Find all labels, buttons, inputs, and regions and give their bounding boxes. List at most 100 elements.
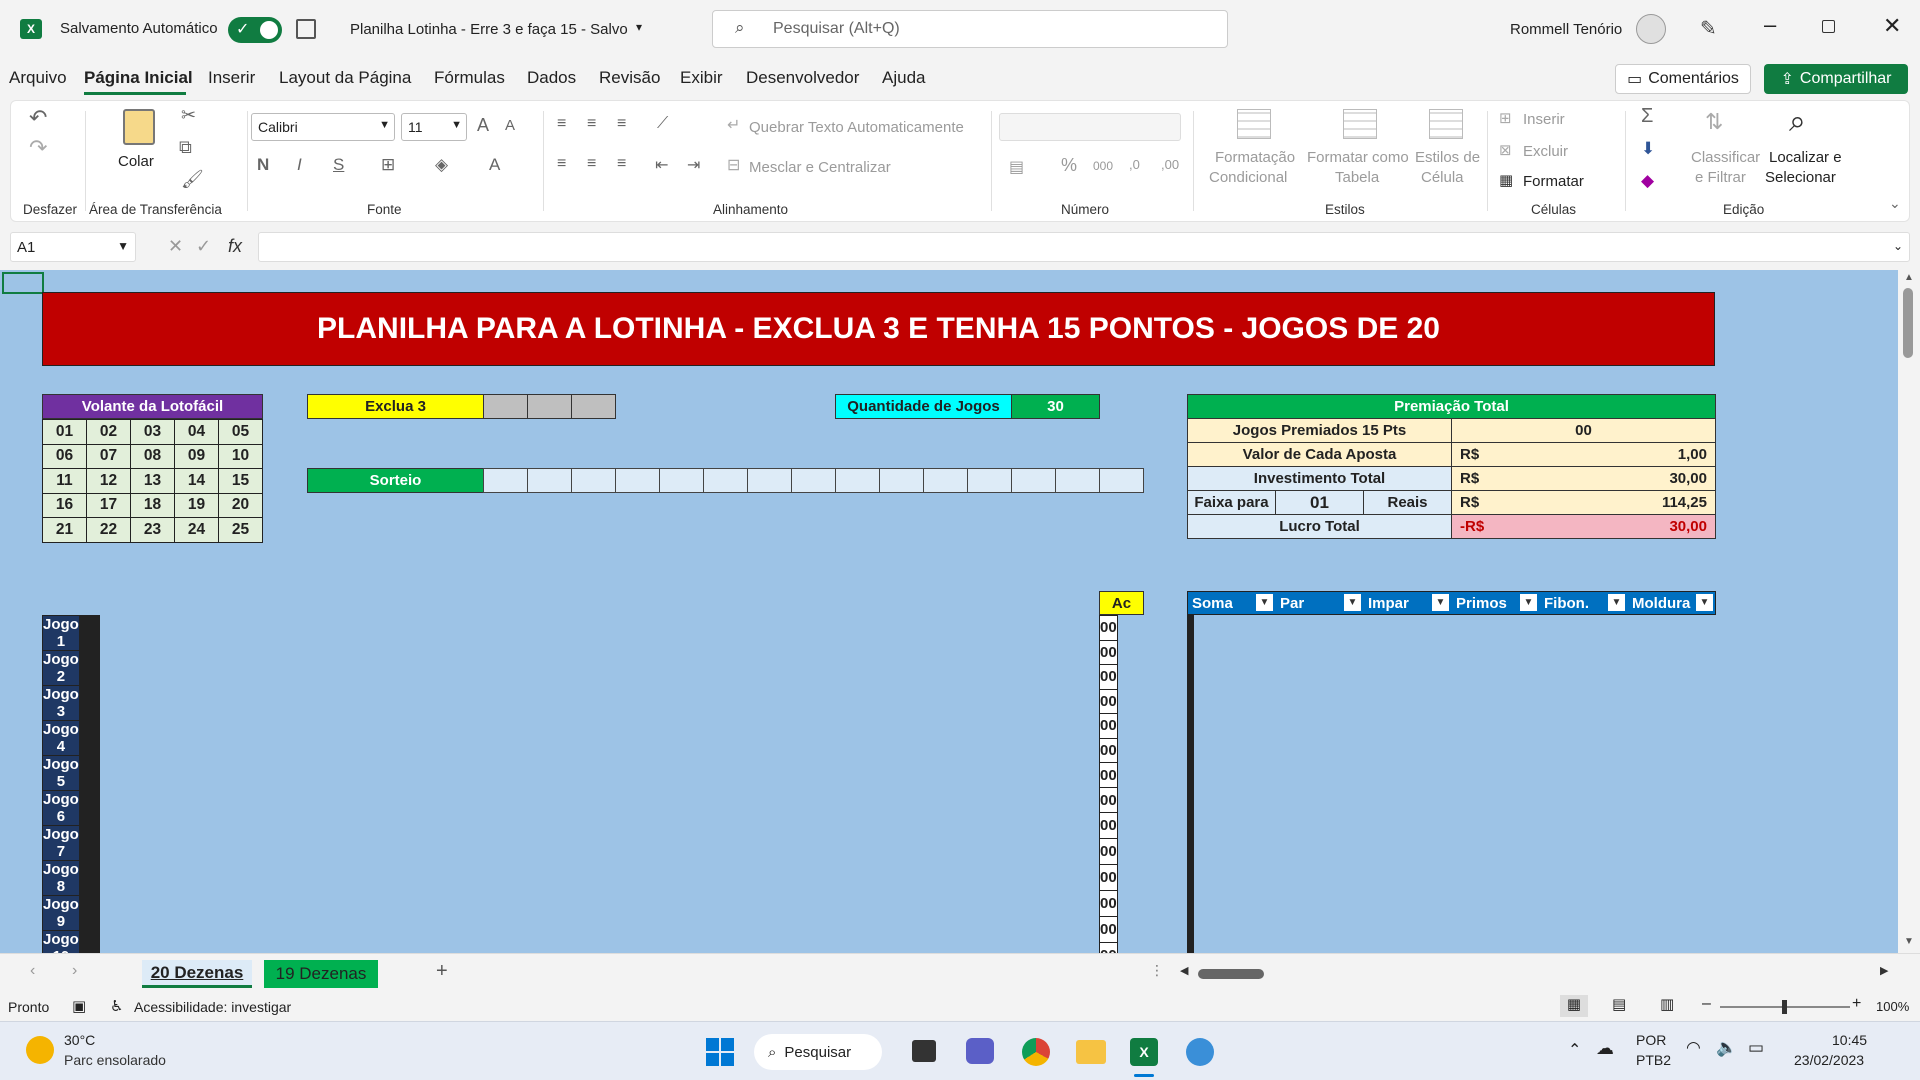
delete-cells-button[interactable]: Excluir [1523,143,1568,160]
wifi-icon[interactable]: ◠ [1686,1038,1701,1058]
page-layout-icon[interactable]: ▤ [1612,995,1626,1013]
jogo-cell[interactable] [97,755,100,791]
undo-icon[interactable]: ↶ [29,105,47,131]
stats-header-primos[interactable]: Primos [1456,595,1507,612]
jogo-label[interactable]: Jogo 9 [42,895,80,931]
faixa-label[interactable]: Faixa para [1187,490,1276,515]
jogo-label[interactable]: Jogo 2 [42,650,80,686]
indent-decrease-icon[interactable]: ⇤ [655,155,668,175]
stats-cell[interactable] [1192,664,1194,690]
ac-value[interactable]: 00 [1099,762,1118,788]
volante-number[interactable]: 19 [174,492,219,518]
cut-icon[interactable]: ✂ [181,105,196,126]
ac-value[interactable]: 00 [1099,615,1118,641]
stats-cell[interactable] [1192,787,1194,813]
ribbon-collapse-icon[interactable]: ⌄ [1889,195,1901,212]
volante-number[interactable]: 09 [174,443,219,469]
volante-number[interactable]: 11 [42,468,87,494]
jogo-label[interactable]: Jogo 5 [42,755,80,791]
invest-label[interactable]: Investimento Total [1187,466,1452,491]
volante-number[interactable]: 13 [130,468,175,494]
excel-taskbar-icon[interactable]: X [1130,1038,1158,1066]
paste-icon[interactable] [123,109,155,145]
font-size-select[interactable]: 11 ▼ [401,113,467,141]
valor-value-cell[interactable]: R$ 1,00 [1451,442,1716,467]
ac-value[interactable]: 00 [1099,890,1118,917]
wrap-text-button[interactable]: Quebrar Texto Automaticamente [749,119,964,136]
jogo-cell[interactable] [97,615,100,651]
jogo-label[interactable]: Jogo 4 [42,720,80,756]
sorteio-cell[interactable] [483,468,528,493]
format-cells-button[interactable]: Formatar [1523,173,1584,190]
lucro-value-cell[interactable]: -R$ 30,00 [1451,514,1716,539]
premiados-label[interactable]: Jogos Premiados 15 Pts [1187,418,1452,443]
merge-icon[interactable]: ⊟ [727,155,740,175]
insert-cells-button[interactable]: Inserir [1523,111,1565,128]
jogo-cell[interactable] [97,650,100,686]
sorteio-cell[interactable] [703,468,748,493]
underline-icon[interactable]: S [333,155,344,175]
scroll-thumb[interactable] [1903,288,1913,358]
sort-filter-icon[interactable]: ⇅ [1705,109,1723,135]
macro-record-icon[interactable]: ▣ [72,997,86,1015]
exclua-input-1[interactable] [483,394,528,419]
orientation-icon[interactable]: ⟋ [657,115,668,133]
jogo-label[interactable]: Jogo 10 [42,930,80,953]
format-cells-icon[interactable]: ▦ [1499,171,1513,189]
premiacao-header[interactable]: Premiação Total [1187,394,1716,419]
tab-20-dezenas[interactable]: 20 Dezenas [142,960,252,988]
teams-icon[interactable] [966,1038,994,1064]
filter-dropdown-icon[interactable]: ▼ [1344,594,1361,611]
search-box[interactable]: ⌕ Pesquisar (Alt+Q) [712,10,1228,48]
normal-view-icon[interactable]: ▦ [1560,995,1588,1017]
jogo-cell[interactable] [97,860,100,896]
shrink-font-icon[interactable]: A [505,117,515,134]
app-icon[interactable] [1186,1038,1214,1066]
formula-input[interactable]: ⌄ [258,232,1910,262]
clear-icon[interactable]: ◆ [1641,171,1654,191]
currency-icon[interactable]: ▤ [1009,157,1024,177]
add-sheet-icon[interactable]: + [436,960,448,983]
stats-cell[interactable] [1192,890,1194,917]
volante-number[interactable]: 22 [86,517,131,543]
windows-start-icon[interactable] [706,1038,734,1066]
clock-date[interactable]: 23/02/2023 [1794,1052,1864,1068]
restore-icon[interactable] [1822,20,1835,33]
ac-value[interactable]: 00 [1099,688,1118,714]
cell-styles-line1[interactable]: Estilos de [1415,149,1480,166]
scroll-down-icon[interactable]: ▼ [1904,936,1914,947]
thousands-icon[interactable]: 000 [1093,159,1113,173]
increase-decimal-icon[interactable]: ,0 [1129,157,1140,172]
volante-number[interactable]: 20 [218,492,263,518]
align-bottom-icon[interactable]: ≡ [617,115,626,133]
volante-number[interactable]: 24 [174,517,219,543]
minimize-icon[interactable]: – [1764,12,1776,38]
invest-value-cell[interactable]: R$ 30,00 [1451,466,1716,491]
volante-number[interactable]: 04 [174,419,219,445]
sorteio-cell[interactable] [659,468,704,493]
volante-number[interactable]: 07 [86,443,131,469]
ac-value[interactable]: 00 [1099,737,1118,763]
save-icon[interactable] [296,19,316,39]
format-painter-icon[interactable]: 🖌 [181,169,204,190]
autosum-icon[interactable]: Σ [1641,105,1653,128]
stats-header-fibon[interactable]: Fibon. [1544,595,1589,612]
format-table-icon[interactable] [1343,109,1377,139]
volante-number[interactable]: 18 [130,492,175,518]
sorteio-label[interactable]: Sorteio [307,468,484,493]
find-icon[interactable]: ⌕ [1789,105,1806,139]
ac-value[interactable]: 00 [1099,812,1118,839]
scroll-right-icon[interactable]: ▶ [1880,964,1888,977]
volante-header[interactable]: Volante da Lotofácil [42,394,263,419]
lang-line2[interactable]: PTB2 [1636,1052,1671,1068]
jogo-cell[interactable] [97,685,100,721]
filter-dropdown-icon[interactable]: ▼ [1520,594,1537,611]
jogo-label[interactable]: Jogo 3 [42,685,80,721]
zoom-in-icon[interactable]: + [1852,995,1861,1013]
find-select-line2[interactable]: Selecionar [1765,169,1836,186]
horizontal-scrollbar[interactable]: ◀ ▶ [1180,964,1890,982]
percent-icon[interactable]: % [1061,155,1077,176]
valor-label[interactable]: Valor de Cada Aposta [1187,442,1452,467]
jogo-label[interactable]: Jogo 7 [42,825,80,861]
volante-number[interactable]: 16 [42,492,87,518]
